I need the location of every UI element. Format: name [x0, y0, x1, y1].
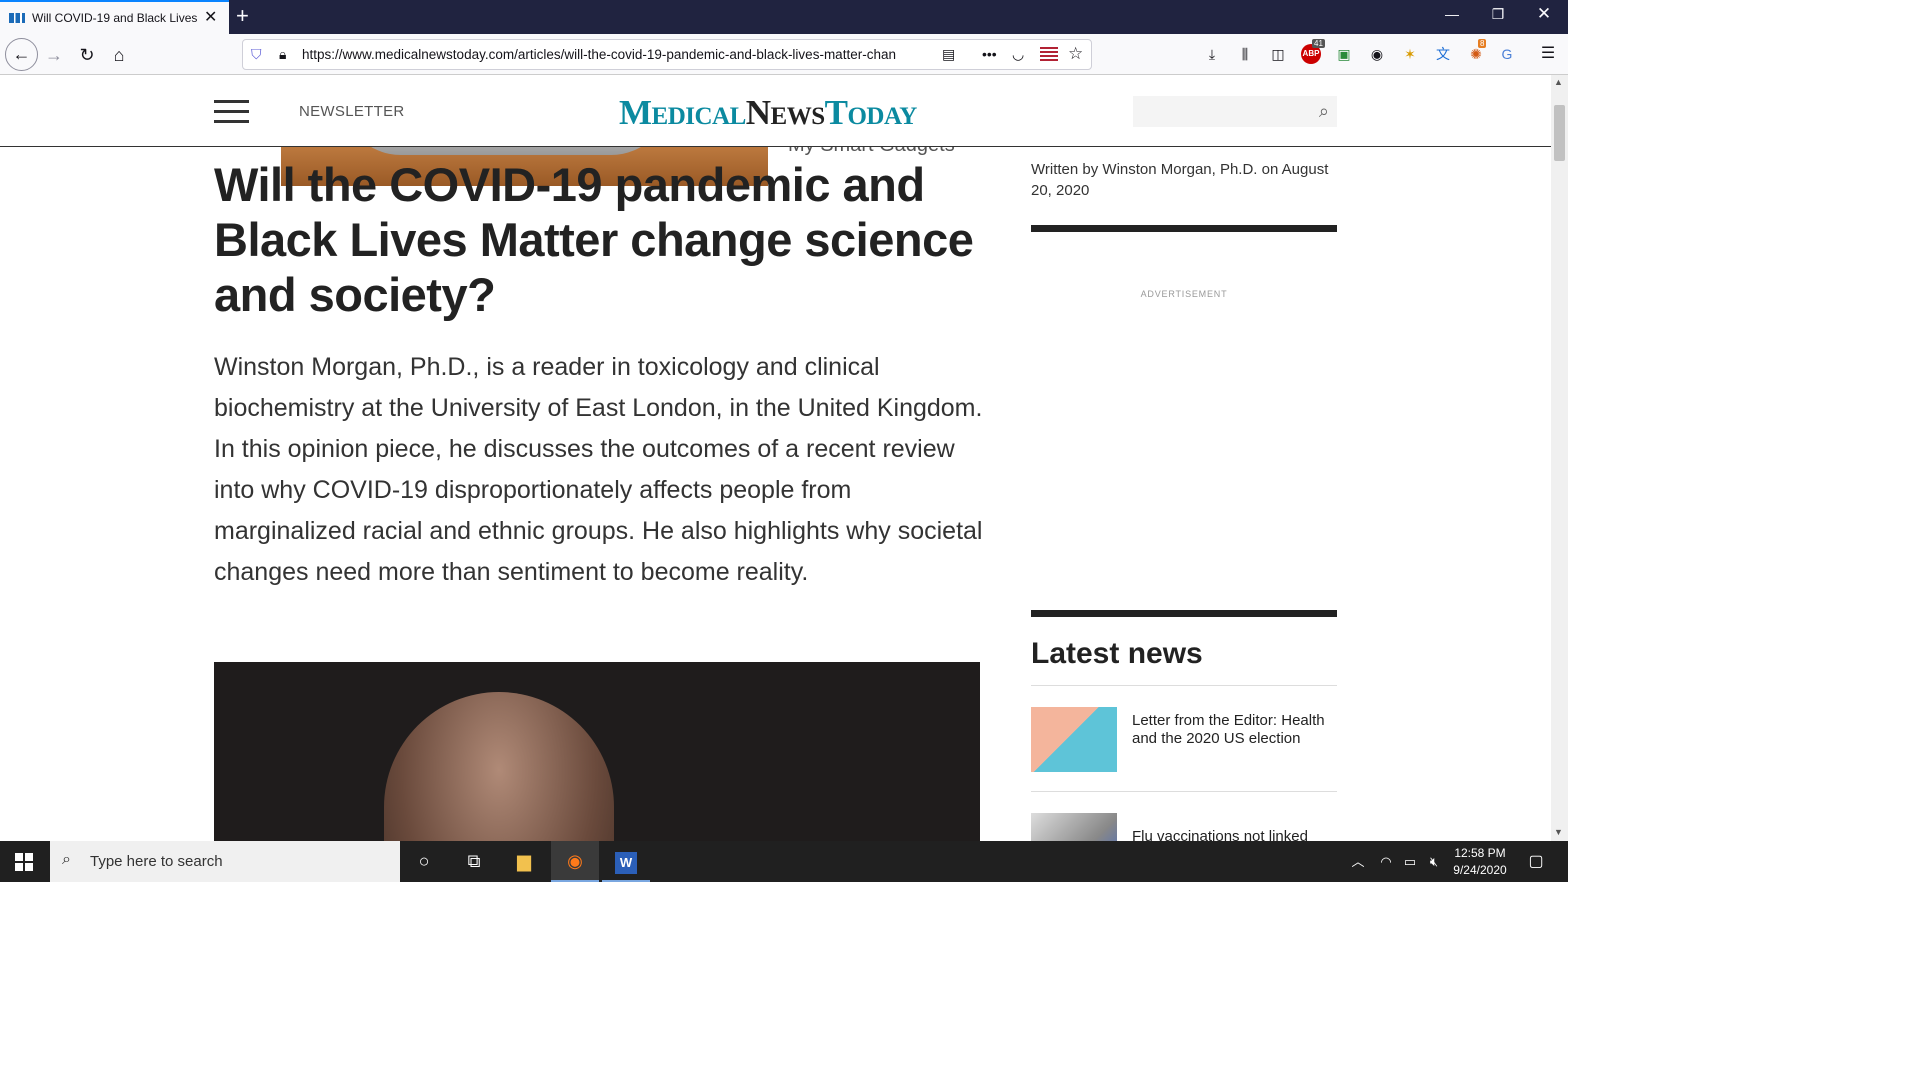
bookmark-star-icon[interactable]: ☆: [1068, 44, 1083, 64]
hamburger-menu-icon[interactable]: [214, 100, 249, 124]
scrollbar-thumb[interactable]: [1554, 105, 1565, 161]
cortana-icon[interactable]: ○: [400, 841, 448, 882]
site-header: NEWSLETTER MedicalNewsToday ⌕: [0, 75, 1551, 147]
navigation-toolbar: ← → ↻ ⌂ ⛉ 🔒︎ https://www.medicalnewstoda…: [0, 34, 1568, 75]
extension-count-badge: 8: [1478, 39, 1487, 48]
search-icon: ⌕: [62, 851, 71, 868]
task-view-icon[interactable]: ⧉: [450, 841, 498, 882]
lock-icon[interactable]: 🔒︎: [279, 46, 286, 63]
logo-word-today: Today: [824, 93, 918, 132]
clock-time: 12:58 PM: [1454, 846, 1506, 860]
adblock-count-badge: 41: [1312, 39, 1325, 48]
account-icon[interactable]: ◉: [1367, 44, 1387, 64]
active-tab[interactable]: Will COVID-19 and Black Lives ✕: [0, 0, 229, 34]
news-item-title[interactable]: Letter from the Editor: Health and the 2…: [1132, 712, 1332, 748]
library-icon[interactable]: ⫼: [1235, 44, 1255, 64]
reload-icon[interactable]: ↻: [73, 41, 101, 69]
reader-view-icon[interactable]: ▤: [942, 46, 955, 63]
news-item-title[interactable]: Flu vaccinations not linked: [1132, 828, 1332, 841]
translate-icon[interactable]: 文: [1433, 44, 1453, 64]
article-summary: Winston Morgan, Ph.D., is a reader in to…: [214, 353, 983, 586]
url-text[interactable]: https://www.medicalnewstoday.com/article…: [302, 47, 936, 62]
show-hidden-icons[interactable]: ︿: [1346, 841, 1370, 882]
network-icon[interactable]: ◠: [1374, 841, 1398, 882]
windows-taskbar: ⌕ Type here to search ○ ⧉ ▆ ◉ W ︿ ◠ ▭ 🔇︎…: [0, 841, 1568, 882]
minimize-icon[interactable]: —: [1429, 6, 1475, 22]
close-tab-icon[interactable]: ✕: [204, 10, 217, 26]
close-window-icon[interactable]: ✕: [1521, 4, 1567, 24]
site-favicon-icon: [9, 13, 25, 23]
firefox-icon[interactable]: ◉: [551, 841, 599, 882]
divider: [1031, 610, 1337, 617]
article-headline: Will the COVID-19 pandemic and Black Liv…: [214, 158, 974, 321]
article-byline: Written by Winston Morgan, Ph.D. on Augu…: [1031, 161, 1329, 199]
restore-icon[interactable]: ❐: [1475, 6, 1521, 23]
us-flag-icon[interactable]: [1040, 47, 1058, 61]
tab-title: Will COVID-19 and Black Lives: [32, 11, 198, 25]
logo-word-medical: Medical: [619, 93, 746, 132]
page-actions-icon[interactable]: •••: [982, 46, 997, 62]
divider: [1031, 791, 1337, 792]
latest-news-heading: Latest news: [1031, 637, 1203, 670]
scroll-up-icon[interactable]: ▲: [1554, 77, 1563, 87]
back-button[interactable]: ←: [5, 38, 38, 71]
windows-start-icon[interactable]: [15, 853, 33, 871]
tab-bar: Will COVID-19 and Black Lives ✕ + — ❐ ✕: [0, 0, 1568, 34]
sidebar-icon[interactable]: ◫: [1268, 44, 1288, 64]
divider: [1031, 685, 1337, 686]
bee-extension-icon[interactable]: ✶: [1400, 44, 1420, 64]
news-thumbnail[interactable]: [1031, 813, 1117, 841]
battery-icon[interactable]: ▭: [1398, 841, 1422, 882]
url-bar[interactable]: ⛉ 🔒︎ https://www.medicalnewstoday.com/ar…: [242, 39, 1092, 70]
web-page: My Smart Gadgets Will the COVID-19 pande…: [0, 75, 1551, 841]
taskbar-search-box[interactable]: ⌕ Type here to search: [50, 841, 400, 882]
logo-word-news: News: [745, 93, 825, 132]
notifications-icon[interactable]: ▢: [1512, 841, 1560, 882]
taskbar-clock[interactable]: 12:58 PM 9/24/2020: [1440, 845, 1520, 879]
file-explorer-icon[interactable]: ▆: [500, 841, 548, 882]
site-search-input[interactable]: ⌕: [1133, 96, 1337, 127]
taskbar-search-placeholder: Type here to search: [90, 853, 223, 870]
page-scrollbar[interactable]: ▲ ▼: [1551, 75, 1568, 841]
search-icon[interactable]: ⌕: [1319, 101, 1329, 122]
new-tab-button[interactable]: +: [236, 5, 249, 27]
site-logo[interactable]: MedicalNewsToday: [619, 93, 917, 133]
forward-button[interactable]: →: [40, 41, 68, 69]
pocket-icon[interactable]: ◡: [1012, 46, 1024, 63]
downloads-icon[interactable]: ⤓: [1202, 44, 1222, 64]
news-thumbnail[interactable]: [1031, 707, 1117, 772]
author-photo: [214, 662, 980, 841]
menu-icon[interactable]: ☰: [1538, 44, 1558, 64]
divider: [1031, 225, 1337, 232]
extension-box-icon[interactable]: ▣: [1334, 44, 1354, 64]
tracking-shield-icon[interactable]: ⛉: [251, 46, 262, 63]
word-icon[interactable]: W: [602, 841, 650, 882]
scroll-down-icon[interactable]: ▼: [1554, 827, 1563, 837]
google-translate-icon[interactable]: G: [1497, 44, 1517, 64]
clock-date: 9/24/2020: [1453, 863, 1507, 877]
advertisement-label: ADVERTISEMENT: [1140, 289, 1228, 299]
home-icon[interactable]: ⌂: [105, 41, 133, 69]
newsletter-link[interactable]: NEWSLETTER: [299, 103, 405, 120]
